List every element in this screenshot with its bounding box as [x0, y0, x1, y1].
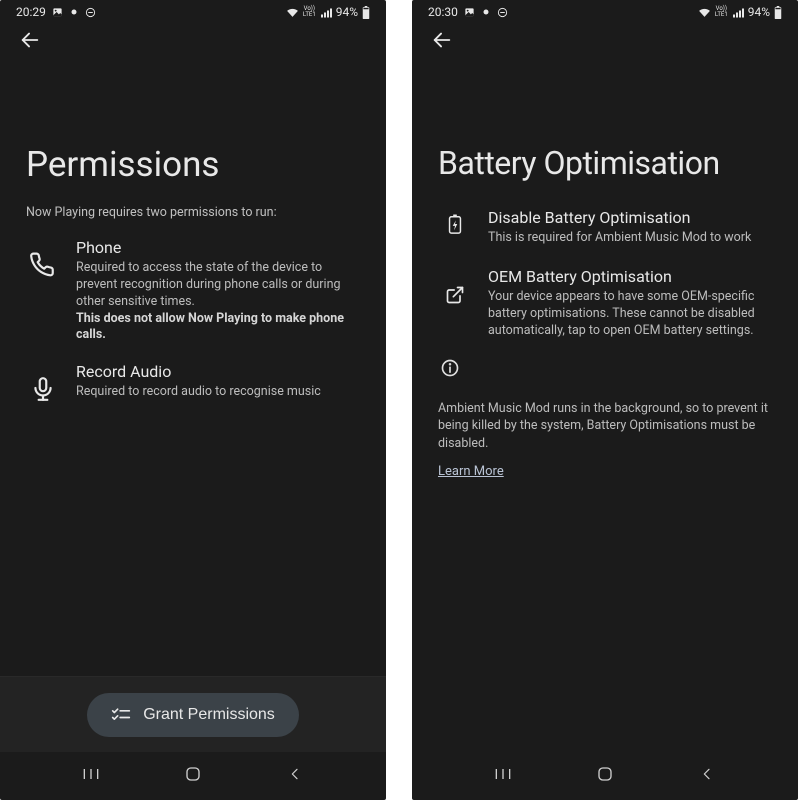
- screen-battery-optimisation: 20:30 Vo))LTE1 94%: [412, 0, 798, 800]
- signal-icon: [732, 7, 744, 18]
- permission-title: Phone: [76, 238, 360, 257]
- recents-icon: [81, 766, 101, 786]
- chevron-left-icon: [287, 766, 303, 786]
- dot-icon: [481, 7, 491, 17]
- battery-charge-icon: [448, 214, 462, 238]
- nav-back-button[interactable]: [677, 761, 737, 791]
- nav-back-button[interactable]: [265, 761, 325, 791]
- learn-more-link[interactable]: Learn More: [438, 464, 504, 479]
- page-title: Permissions: [26, 144, 360, 185]
- battery-icon: [362, 6, 370, 19]
- status-time: 20:29: [16, 5, 46, 19]
- info-body: Ambient Music Mod runs in the background…: [438, 400, 772, 453]
- status-bar: 20:30 Vo))LTE1 94%: [412, 0, 798, 22]
- screen-permissions: 20:29 Vo))LTE1 94%: [0, 0, 386, 800]
- setting-item-disable-battery-optimisation[interactable]: Disable Battery Optimisation This is req…: [438, 208, 772, 247]
- chevron-left-icon: [699, 766, 715, 786]
- home-icon: [596, 765, 614, 787]
- intro-text: Now Playing requires two permissions to …: [26, 205, 360, 222]
- action-dock: Grant Permissions: [0, 676, 386, 752]
- permission-item-record-audio: Record Audio Required to record audio to…: [26, 362, 360, 406]
- setting-body: This is required for Ambient Music Mod t…: [488, 230, 772, 247]
- app-bar: [412, 22, 798, 62]
- image-indicator-icon: [52, 7, 63, 18]
- status-time: 20:30: [428, 5, 458, 19]
- permission-title: Record Audio: [76, 362, 360, 381]
- nav-recents-button[interactable]: [473, 761, 533, 791]
- open-external-icon: [445, 285, 465, 309]
- nav-recents-button[interactable]: [61, 761, 121, 791]
- image-indicator-icon: [464, 7, 475, 18]
- arrow-back-icon: [431, 29, 453, 55]
- permission-body: Required to record audio to recognise mu…: [76, 384, 360, 401]
- info-icon: [440, 358, 460, 382]
- setting-title: Disable Battery Optimisation: [488, 208, 772, 227]
- dot-icon: [69, 7, 79, 17]
- volte-indicator-icon: Vo))LTE1: [303, 6, 316, 18]
- checklist-icon: [111, 705, 131, 725]
- arrow-back-icon: [19, 29, 41, 55]
- app-bar: [0, 22, 386, 62]
- system-nav-bar: [0, 752, 386, 800]
- wifi-icon: [698, 7, 711, 18]
- status-bar: 20:29 Vo))LTE1 94%: [0, 0, 386, 22]
- status-battery-text: 94%: [748, 5, 770, 19]
- back-button[interactable]: [426, 26, 458, 58]
- home-icon: [184, 765, 202, 787]
- phone-icon: [30, 252, 56, 282]
- back-button[interactable]: [14, 26, 46, 58]
- grant-permissions-label: Grant Permissions: [143, 706, 275, 724]
- grant-permissions-button[interactable]: Grant Permissions: [87, 693, 299, 737]
- signal-icon: [320, 7, 332, 18]
- mic-icon: [30, 376, 56, 406]
- volte-indicator-icon: Vo))LTE1: [715, 6, 728, 18]
- wifi-icon: [286, 7, 299, 18]
- recents-icon: [493, 766, 513, 786]
- system-nav-bar: [412, 752, 798, 800]
- info-row: [438, 358, 772, 382]
- page-title: Battery Optimisation: [438, 144, 772, 182]
- status-battery-text: 94%: [336, 5, 358, 19]
- battery-icon: [774, 6, 782, 19]
- nav-home-button[interactable]: [163, 761, 223, 791]
- dnd-icon: [497, 7, 508, 18]
- nav-home-button[interactable]: [575, 761, 635, 791]
- setting-title: OEM Battery Optimisation: [488, 267, 772, 286]
- permission-item-phone: Phone Required to access the state of th…: [26, 238, 360, 344]
- permission-body: Required to access the state of the devi…: [76, 260, 360, 344]
- setting-body: Your device appears to have some OEM-spe…: [488, 289, 772, 340]
- dnd-icon: [85, 7, 96, 18]
- setting-item-oem-battery-optimisation[interactable]: OEM Battery Optimisation Your device app…: [438, 267, 772, 340]
